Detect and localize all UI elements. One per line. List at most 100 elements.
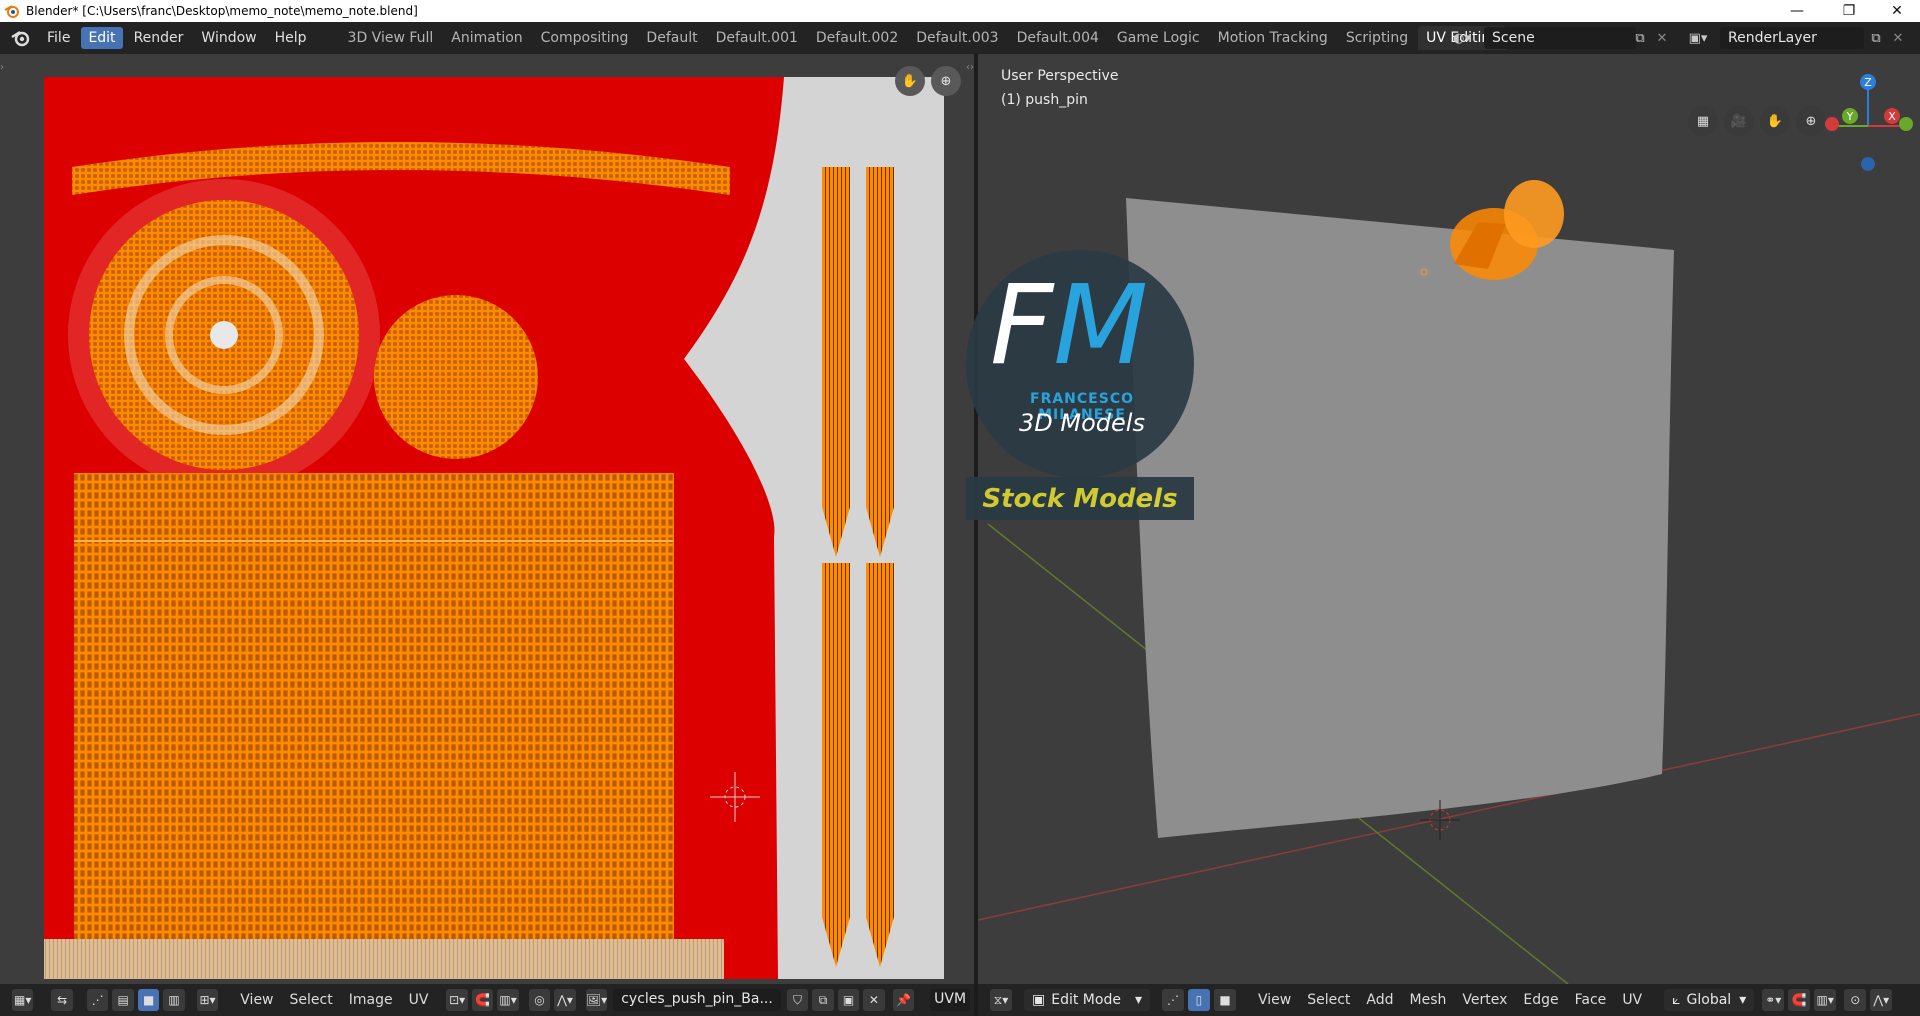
workspace-tab-animation[interactable]: Animation (443, 26, 530, 50)
uv-needle-4 (866, 563, 894, 967)
open-image-icon[interactable]: ▣ (837, 989, 860, 1011)
new-scene-icon[interactable]: ⧉ (1630, 28, 1650, 48)
pan-hand-icon[interactable]: ✋ (895, 66, 925, 96)
fake-user-icon[interactable]: ⛉ (786, 989, 809, 1011)
viewport-menu-edge[interactable]: Edge (1515, 992, 1566, 1008)
uv-texture-canvas[interactable] (44, 77, 944, 979)
sync-selection-icon[interactable]: ⇆ (51, 989, 73, 1011)
blender-logo-icon[interactable] (8, 25, 34, 51)
pin-icon[interactable]: 📌 (892, 989, 915, 1011)
workspace-tab-default[interactable]: Default (638, 26, 705, 50)
viewport-menu-view[interactable]: View (1250, 992, 1299, 1008)
proportional-edit-icon[interactable]: ◎ (528, 989, 551, 1011)
snapping-icon[interactable]: 🧲 (1788, 989, 1811, 1011)
workspace-tab-default-001[interactable]: Default.001 (708, 26, 806, 50)
vertex-mode-icon[interactable]: ⋰ (1161, 989, 1184, 1011)
sidebar-toggle-icon[interactable]: ‹› (966, 62, 974, 73)
workspace-tab-game-logic[interactable]: Game Logic (1109, 26, 1208, 50)
grid-toggle-icon[interactable]: ▦ (1688, 106, 1718, 136)
pivot-point-icon[interactable]: ⚭▾ (1762, 989, 1785, 1011)
minimize-button[interactable]: — (1774, 0, 1820, 22)
proportional-falloff-icon[interactable]: ⋀▾ (1870, 989, 1893, 1011)
workspace-tab-compositing[interactable]: Compositing (533, 26, 637, 50)
orientation-selector[interactable]: ⟀ Global ▾ (1664, 989, 1755, 1011)
restore-button[interactable]: ❐ (1826, 0, 1872, 22)
menu-window[interactable]: Window (194, 27, 263, 49)
scene-selector[interactable]: Scene (1484, 27, 1636, 49)
menu-help[interactable]: Help (268, 27, 314, 49)
scene-browse-icon[interactable]: ◐▾ (1452, 28, 1472, 48)
pan-view-icon[interactable]: ✋ (1760, 106, 1790, 136)
toolbar-toggle-icon[interactable]: › (0, 62, 4, 73)
new-image-icon[interactable]: ⧉ (812, 989, 834, 1011)
snap-icon[interactable]: 🧲 (471, 989, 494, 1011)
top-menubar: File Edit Render Window Help 3D View Full Ani… (0, 22, 1920, 54)
face-select-icon[interactable]: ■ (137, 989, 160, 1011)
menu-edit[interactable]: Edit (81, 27, 123, 49)
watermark-subtitle: 3D Models (1019, 409, 1145, 437)
unlink-image-icon[interactable]: ✕ (863, 989, 885, 1011)
uv-menu-uv[interactable]: UV (401, 992, 437, 1008)
workspace-tab-default-004[interactable]: Default.004 (1009, 26, 1107, 50)
island-select-icon[interactable]: ▥ (163, 989, 185, 1011)
perspective-label: User Perspective (1001, 68, 1119, 84)
gizmo-neg-x-axis[interactable] (1825, 117, 1839, 131)
viewport-menu-mesh[interactable]: Mesh (1402, 992, 1455, 1008)
viewport-menu-uv[interactable]: UV (1614, 992, 1650, 1008)
face-mode-icon[interactable]: ■ (1213, 989, 1236, 1011)
gizmo-neg-z-axis[interactable] (1861, 157, 1875, 171)
viewport-menu-vertex[interactable]: Vertex (1454, 992, 1515, 1008)
pivot-icon[interactable]: ⊡▾ (446, 989, 468, 1011)
vertex-select-icon[interactable]: ⋰ (86, 989, 109, 1011)
uv-editor-header: ▦▾ ⇆ ⋰ ▤ ■ ▥ ⊞▾ View Select Image UV ⊡▾ 🧲 ▥… (0, 984, 974, 1016)
chevron-down-icon: ▾ (1739, 992, 1747, 1008)
mode-selector[interactable]: ▣ Edit Mode ▾ (1024, 989, 1150, 1011)
editor-type-icon[interactable]: ▦▾ (12, 989, 34, 1011)
navigation-gizmo[interactable]: Z X Y (1816, 66, 1916, 206)
workspace-tab-default-003[interactable]: Default.003 (908, 26, 1006, 50)
uv-needle-2 (866, 167, 894, 557)
uv-needle-3 (822, 563, 850, 967)
uv-menu-select[interactable]: Select (282, 992, 341, 1008)
workspace-tab-default-002[interactable]: Default.002 (808, 26, 906, 50)
viewport-menu-select[interactable]: Select (1299, 992, 1358, 1008)
chevron-down-icon: ▾ (1134, 992, 1142, 1008)
orientation-icon: ⟀ (1672, 992, 1681, 1008)
workspace-tab-3d-view-full[interactable]: 3D View Full (340, 26, 442, 50)
menu-file[interactable]: File (40, 27, 77, 49)
uv-menu-image[interactable]: Image (341, 992, 401, 1008)
snap-target-icon[interactable]: ▥▾ (497, 989, 519, 1011)
watermark-banner: Stock Models (966, 477, 1194, 520)
workspace-tab-scripting[interactable]: Scripting (1338, 26, 1416, 50)
delete-renderlayer-icon[interactable]: ✕ (1888, 28, 1908, 48)
menu-render[interactable]: Render (127, 27, 191, 49)
workspace-tab-motion-tracking[interactable]: Motion Tracking (1210, 26, 1336, 50)
uv-menu-view[interactable]: View (232, 992, 281, 1008)
delete-scene-icon[interactable]: ✕ (1652, 28, 1672, 48)
viewport-menu-add[interactable]: Add (1358, 992, 1401, 1008)
snap-element-icon[interactable]: ▥▾ (1814, 989, 1837, 1011)
uv-needle-1 (822, 167, 850, 557)
uvmap-field[interactable]: UVM (930, 989, 971, 1011)
memo-note-plane (1126, 198, 1674, 838)
gizmo-neg-y-axis[interactable] (1899, 117, 1913, 131)
viewport-menu-face[interactable]: Face (1567, 992, 1615, 1008)
falloff-icon[interactable]: ⋀▾ (554, 989, 576, 1011)
viewport-editor-type-icon[interactable]: ⧖▾ (990, 989, 1012, 1011)
viewport-header-menus: View Select Add Mesh Vertex Edge Face UV (1250, 992, 1650, 1008)
edge-select-icon[interactable]: ▤ (112, 989, 134, 1011)
proportional-editing-icon[interactable]: ⊙ (1844, 989, 1867, 1011)
image-browse-icon[interactable]: 🖼▾ (585, 989, 608, 1011)
renderlayer-selector[interactable]: RenderLayer (1720, 27, 1864, 49)
zoom-icon[interactable]: ⊕ (931, 66, 961, 96)
renderlayer-browse-icon[interactable]: ▣▾ (1688, 28, 1708, 48)
close-window-button[interactable]: ✕ (1874, 0, 1920, 22)
sticky-mode-icon[interactable]: ⊞▾ (196, 989, 219, 1011)
camera-view-icon[interactable]: 🎥 (1724, 106, 1754, 136)
new-renderlayer-icon[interactable]: ⧉ (1866, 28, 1886, 48)
image-name-field[interactable]: cycles_push_pin_Ba... (613, 989, 781, 1011)
uv-dome-island (374, 295, 538, 459)
edge-mode-icon[interactable]: ▯ (1187, 989, 1210, 1011)
uv-editor-area[interactable]: ✋ ⊕ › ‹› (0, 54, 974, 984)
orientation-label: Global (1686, 992, 1732, 1008)
